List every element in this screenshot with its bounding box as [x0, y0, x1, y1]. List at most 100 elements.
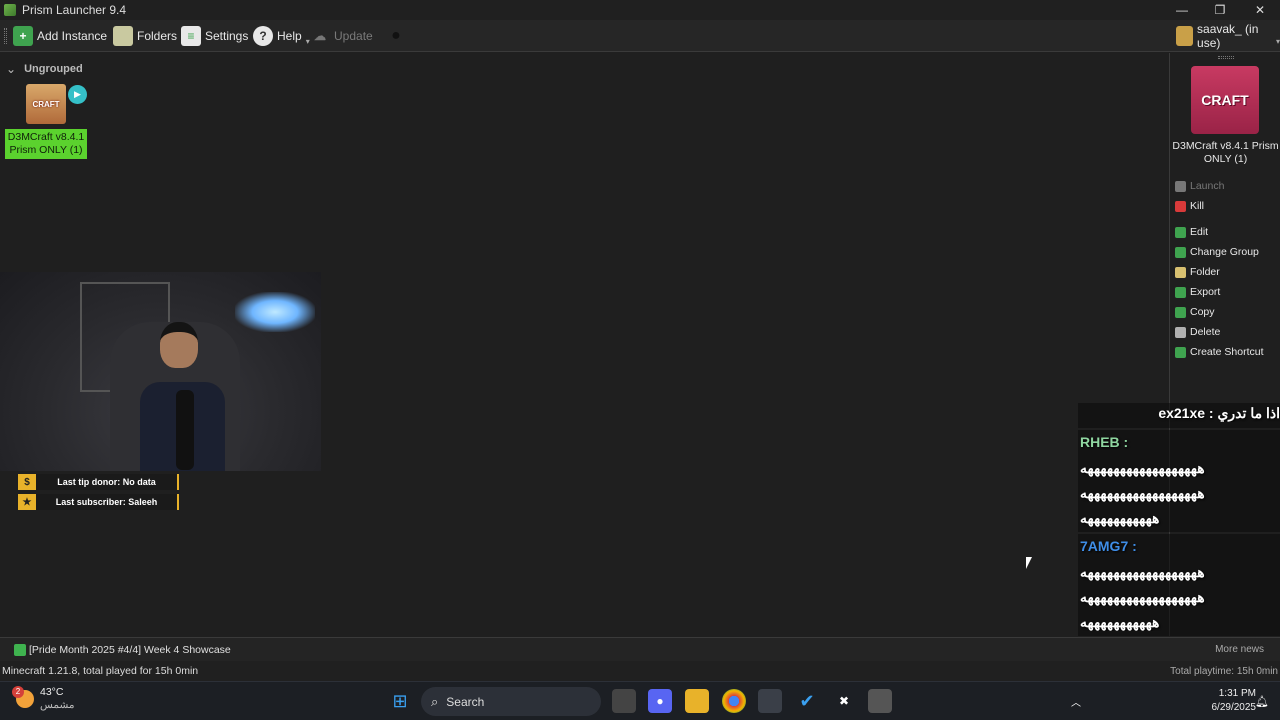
folder-button[interactable]: Folder	[1175, 264, 1220, 280]
chat-message-line: هههههههههههه	[1080, 614, 1160, 630]
export-button[interactable]: Export	[1175, 284, 1220, 300]
export-label: Export	[1190, 286, 1221, 298]
task-view-icon[interactable]	[612, 689, 636, 713]
star-icon: ★	[18, 494, 36, 510]
launch-button[interactable]: Launch	[1175, 178, 1224, 194]
edit-button[interactable]: Edit	[1175, 224, 1208, 240]
search-icon: ⌕	[431, 693, 439, 709]
light-glow	[235, 292, 315, 332]
instance-icon[interactable]: CRAFT	[26, 84, 66, 124]
taskbar-search[interactable]: ⌕ Search	[421, 687, 601, 716]
help-button[interactable]: ? Help ▾	[253, 24, 310, 48]
delete-button[interactable]: Delete	[1175, 324, 1220, 340]
chat-message-line: ههههههههههههههههههه	[1080, 589, 1205, 605]
cloud-download-icon: ☁	[314, 29, 326, 43]
close-button[interactable]: ✕	[1240, 0, 1280, 20]
folder-label: Folder	[1190, 266, 1220, 278]
weather-desc: مشمس	[40, 699, 75, 711]
chat-message-line: ههههههههههههههههههه	[1080, 485, 1205, 501]
search-label: Search	[446, 694, 485, 709]
account-button[interactable]: saavak_ (in use) ▾	[1176, 22, 1280, 50]
play-icon: ▶	[68, 85, 87, 104]
add-instance-button[interactable]: + Add Instance	[13, 24, 107, 48]
create-shortcut-button[interactable]: Create Shortcut	[1175, 344, 1264, 360]
group-name: Ungrouped	[24, 63, 83, 75]
chat-message-line: هههههههههههه	[1080, 510, 1160, 526]
folder-icon	[1175, 266, 1186, 278]
help-label: Help	[277, 29, 302, 43]
news-bar: [Pride Month 2025 #4/4] Week 4 Showcase …	[0, 637, 1280, 661]
more-news-link[interactable]: More news	[1215, 644, 1264, 655]
status-text: Minecraft 1.21.8, total played for 15h 0…	[2, 665, 199, 677]
chat-message-line: RHEB :	[1080, 434, 1129, 450]
avatar	[1176, 26, 1194, 46]
microphone	[176, 390, 194, 470]
last-tip-bar: $ Last tip donor: No data	[18, 474, 179, 490]
notification-bell-icon[interactable]: 🔔︎	[1250, 689, 1274, 713]
toolbar-grip[interactable]	[4, 28, 7, 44]
create-shortcut-label: Create Shortcut	[1190, 346, 1264, 358]
chat-message-line: 7AMG7 :	[1080, 538, 1137, 554]
kill-button[interactable]: Kill	[1175, 198, 1204, 214]
selected-instance-icon[interactable]: CRAFT	[1191, 66, 1259, 134]
dollar-icon: $	[18, 474, 36, 490]
prism-launcher-taskbar-icon[interactable]	[758, 689, 782, 713]
capcut-icon[interactable]: ✖	[832, 689, 856, 713]
copy-icon	[1175, 306, 1186, 318]
edit-label: Edit	[1190, 226, 1209, 238]
group-icon	[1175, 246, 1186, 258]
folders-button[interactable]: Folders ▾	[113, 24, 185, 48]
status-bar: Minecraft 1.21.8, total played for 15h 0…	[0, 661, 1280, 681]
folders-label: Folders	[137, 29, 178, 43]
window-title: Prism Launcher 9.4	[22, 3, 127, 17]
prism-launcher-icon	[4, 4, 16, 16]
minecraft-icon[interactable]	[868, 689, 892, 713]
help-icon: ?	[253, 26, 273, 46]
copy-label: Copy	[1190, 306, 1215, 318]
chevron-up-icon[interactable]: ︿	[1064, 689, 1088, 713]
settings-button[interactable]: ≡ Settings	[181, 24, 248, 48]
x-icon	[1175, 200, 1186, 212]
kill-label: Kill	[1190, 200, 1205, 212]
update-button[interactable]: ☁ Update	[310, 24, 373, 48]
file-explorer-icon[interactable]	[685, 689, 709, 713]
copy-button[interactable]: Copy	[1175, 304, 1215, 320]
restore-button[interactable]: ❐	[1200, 0, 1240, 20]
last-sub-bar: ★ Last subscriber: Saleeh	[18, 494, 179, 510]
minimize-button[interactable]: —	[1162, 0, 1202, 20]
group-header[interactable]: ⌄ Ungrouped	[6, 62, 83, 76]
launch-label: Launch	[1190, 180, 1225, 192]
update-label: Update	[334, 29, 373, 43]
shortcut-icon	[1175, 346, 1186, 358]
folder-icon	[113, 26, 133, 46]
panel-grip[interactable]	[1218, 56, 1234, 59]
total-playtime: Total playtime: 15h 0min	[1170, 665, 1278, 677]
chat-message-line: ههههههههههههههههههه	[1080, 564, 1205, 580]
account-label: saavak_ (in use)	[1197, 22, 1259, 50]
chrome-icon[interactable]	[722, 689, 746, 713]
weather-temp: 43°C	[40, 686, 64, 698]
windows-start-icon[interactable]: ⊞	[388, 689, 412, 713]
sun-icon: 2	[12, 686, 34, 708]
cat-icon: ●	[391, 27, 401, 44]
discord-icon[interactable]: ●	[648, 689, 672, 713]
todo-icon[interactable]: ✔	[795, 689, 819, 713]
trash-icon	[1175, 326, 1186, 338]
notification-badge: 2	[12, 686, 24, 698]
play-icon	[1175, 180, 1186, 192]
selected-instance-name: D3MCraft v8.4.1 Prism ONLY (1)	[1172, 140, 1279, 165]
news-headline[interactable]: [Pride Month 2025 #4/4] Week 4 Showcase	[29, 644, 231, 656]
weather-widget[interactable]: 2 43°C مشمس	[12, 686, 75, 712]
last-sub-text: Last subscriber: Saleeh	[55, 497, 158, 507]
edit-icon	[1175, 226, 1186, 238]
chat-message-line: ههههههههههههههههههه	[1080, 460, 1205, 476]
mouse-cursor	[1026, 557, 1032, 569]
last-tip-text: Last tip donor: No data	[57, 477, 156, 487]
chevron-down-icon: ▾	[1275, 36, 1280, 46]
instance-label[interactable]: D3MCraft v8.4.1 Prism ONLY (1)	[5, 129, 87, 159]
cat-button[interactable]: ●	[386, 24, 406, 48]
change-group-label: Change Group	[1190, 246, 1259, 258]
instance-thumb-text: CRAFT	[32, 99, 60, 109]
title-bar: Prism Launcher 9.4 — ❐ ✕	[0, 0, 1280, 20]
change-group-button[interactable]: Change Group	[1175, 244, 1259, 260]
